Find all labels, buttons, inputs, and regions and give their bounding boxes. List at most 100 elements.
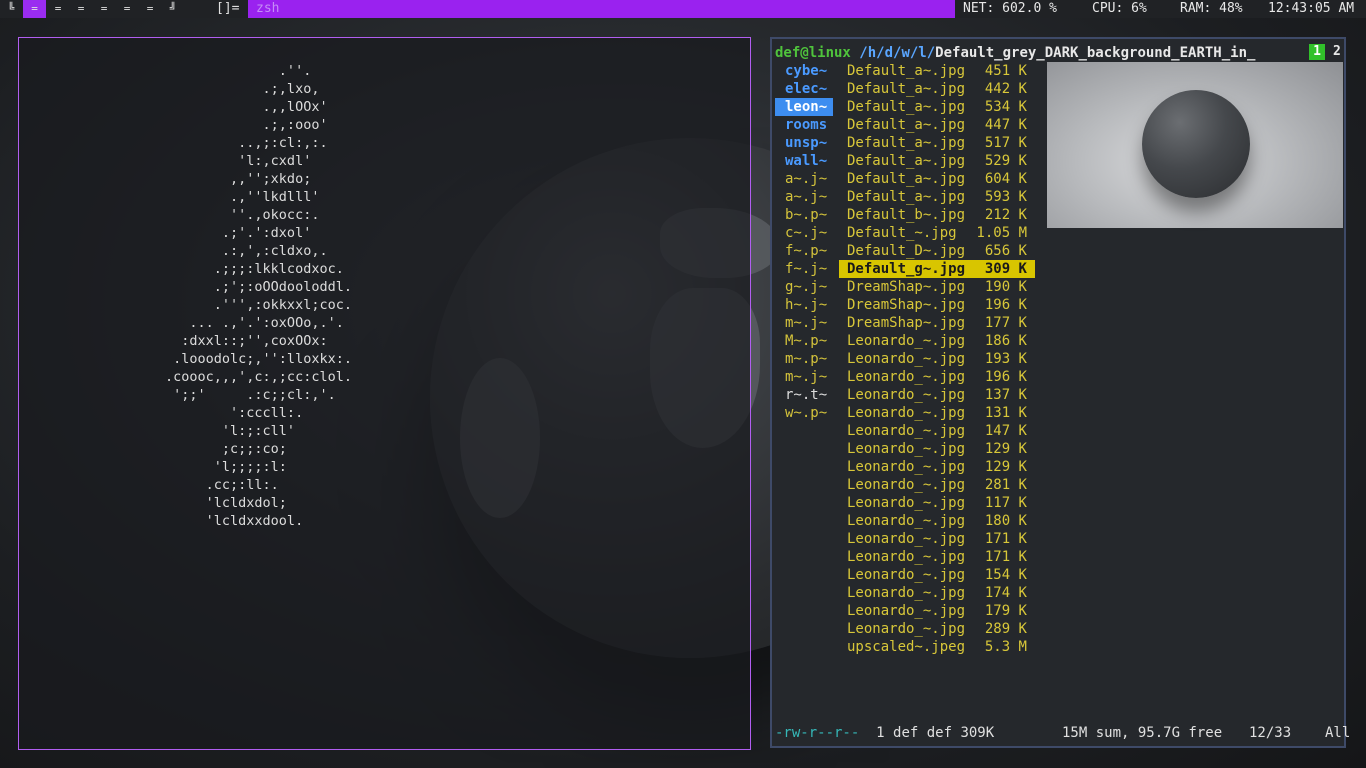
parent-file-item[interactable]: c~.j~	[775, 224, 833, 242]
parent-dir-item[interactable]: leon~	[775, 98, 833, 116]
current-path: /h/d/w/l/	[859, 45, 936, 61]
parent-dir-item[interactable]: elec~	[775, 80, 833, 98]
parent-file-item[interactable]: r~.t~	[775, 386, 833, 404]
parent-dir-item[interactable]: wall~	[775, 152, 833, 170]
file-row[interactable]: Leonardo_~.jpg 186 K	[839, 332, 1035, 350]
file-name: Default_a~.jpg	[847, 117, 966, 133]
file-row[interactable]: Leonardo_~.jpg 281 K	[839, 476, 1035, 494]
file-row[interactable]: Default_a~.jpg 529 K	[839, 152, 1035, 170]
file-row[interactable]: Default_a~.jpg 447 K	[839, 116, 1035, 134]
ascii-line: ';;' .:c;;cl:,'.	[100, 387, 336, 403]
file-size: 289 K	[984, 621, 1027, 637]
file-name: Default_a~.jpg	[847, 135, 966, 151]
file-row[interactable]: DreamShap~.jpg 177 K	[839, 314, 1035, 332]
file-row[interactable]: Default_a~.jpg 604 K	[839, 170, 1035, 188]
window-title: zsh	[248, 0, 955, 18]
file-row[interactable]: Leonardo_~.jpg 180 K	[839, 512, 1035, 530]
file-row[interactable]: Leonardo_~.jpg 147 K	[839, 422, 1035, 440]
parent-dir-item[interactable]: rooms	[775, 116, 833, 134]
parent-dir-item[interactable]: cybe~	[775, 62, 833, 80]
file-row[interactable]: Leonardo_~.jpg 289 K	[839, 620, 1035, 638]
file-permissions: -rw-r--r--	[775, 725, 860, 741]
workspace-8[interactable]: ╝	[162, 0, 184, 18]
parent-file-item[interactable]: g~.j~	[775, 278, 833, 296]
file-size: 174 K	[984, 585, 1027, 601]
file-row[interactable]: Default_b~.jpg 212 K	[839, 206, 1035, 224]
file-name: Leonardo_~.jpg	[847, 477, 966, 493]
tab-2[interactable]: 2	[1333, 44, 1341, 60]
layout-indicator[interactable]: []=	[216, 0, 239, 18]
terminal-window-ascii[interactable]: .''. .;,lxo, .,,lOOx' .;,:ooo' ..,;:cl:,…	[18, 37, 751, 750]
parent-file-item[interactable]: a~.j~	[775, 188, 833, 206]
file-size: 129 K	[984, 459, 1027, 475]
terminal-window-ranger[interactable]: def@linux /h/d/w/l/Default_grey_DARK_bac…	[770, 37, 1350, 748]
ascii-line: 'l:;:cll'	[100, 423, 296, 439]
file-row[interactable]: Default_g~.jpg 309 K	[839, 260, 1035, 278]
file-row[interactable]: Default_a~.jpg 593 K	[839, 188, 1035, 206]
file-name: Leonardo_~.jpg	[847, 459, 966, 475]
file-name: DreamShap~.jpg	[847, 279, 966, 295]
file-row[interactable]: Leonardo_~.jpg 131 K	[839, 404, 1035, 422]
file-row[interactable]: Leonardo_~.jpg 179 K	[839, 602, 1035, 620]
ascii-line: 'lcldxdol;	[100, 495, 287, 511]
ascii-line: .''',:okkxxl;coc.	[100, 297, 352, 313]
parent-file-item[interactable]: m~.j~	[775, 314, 833, 332]
tab-1[interactable]: 1	[1309, 44, 1325, 60]
parent-file-item[interactable]: a~.j~	[775, 170, 833, 188]
ascii-line: .;,:ooo'	[100, 117, 328, 133]
file-row[interactable]: Default_a~.jpg 442 K	[839, 80, 1035, 98]
workspace-3[interactable]: =	[47, 0, 69, 18]
file-row[interactable]: Leonardo_~.jpg 193 K	[839, 350, 1035, 368]
file-row[interactable]: Default_D~.jpg 656 K	[839, 242, 1035, 260]
parent-file-item[interactable]: b~.p~	[775, 206, 833, 224]
file-row[interactable]: Default_a~.jpg 451 K	[839, 62, 1035, 80]
file-row[interactable]: Default_a~.jpg 534 K	[839, 98, 1035, 116]
file-size: 212 K	[984, 207, 1027, 223]
file-row[interactable]: Default_~.jpg 1.05 M	[839, 224, 1035, 242]
ascii-line: .:,',:cldxo,.	[100, 243, 328, 259]
workspace-6[interactable]: =	[116, 0, 138, 18]
file-size: 534 K	[984, 99, 1027, 115]
parent-file-item[interactable]: w~.p~	[775, 404, 833, 422]
file-row[interactable]: Leonardo_~.jpg 171 K	[839, 548, 1035, 566]
file-size: 451 K	[984, 63, 1027, 79]
parent-file-item[interactable]: M~.p~	[775, 332, 833, 350]
parent-dir-item[interactable]: unsp~	[775, 134, 833, 152]
file-size: 604 K	[984, 171, 1027, 187]
parent-file-item[interactable]: h~.j~	[775, 296, 833, 314]
file-size: 180 K	[984, 513, 1027, 529]
file-name: Leonardo_~.jpg	[847, 603, 966, 619]
file-size: 593 K	[984, 189, 1027, 205]
file-row[interactable]: Leonardo_~.jpg 154 K	[839, 566, 1035, 584]
file-row[interactable]: Leonardo_~.jpg 129 K	[839, 458, 1035, 476]
file-row[interactable]: upscaled~.jpeg 5.3 M	[839, 638, 1035, 656]
file-row[interactable]: Leonardo_~.jpg 137 K	[839, 386, 1035, 404]
file-name: Leonardo_~.jpg	[847, 405, 966, 421]
parent-file-item[interactable]: m~.j~	[775, 368, 833, 386]
file-row[interactable]: DreamShap~.jpg 190 K	[839, 278, 1035, 296]
file-size: 529 K	[984, 153, 1027, 169]
workspace-5[interactable]: =	[93, 0, 115, 18]
file-name: Leonardo_~.jpg	[847, 333, 966, 349]
workspace-2[interactable]: =	[23, 0, 46, 18]
parent-file-item[interactable]: m~.p~	[775, 350, 833, 368]
parent-file-item[interactable]: f~.p~	[775, 242, 833, 260]
file-row[interactable]: Leonardo_~.jpg 196 K	[839, 368, 1035, 386]
file-name: Default_a~.jpg	[847, 189, 966, 205]
file-row[interactable]: Default_a~.jpg 517 K	[839, 134, 1035, 152]
file-name: Leonardo_~.jpg	[847, 531, 966, 547]
file-row[interactable]: Leonardo_~.jpg 117 K	[839, 494, 1035, 512]
ascii-line: .;,lxo,	[100, 81, 320, 97]
file-size: 447 K	[984, 117, 1027, 133]
file-row[interactable]: Leonardo_~.jpg 129 K	[839, 440, 1035, 458]
workspace-1[interactable]: ╚	[0, 0, 22, 18]
file-size: 1.05 M	[976, 225, 1027, 241]
file-row[interactable]: Leonardo_~.jpg 174 K	[839, 584, 1035, 602]
file-row[interactable]: DreamShap~.jpg 196 K	[839, 296, 1035, 314]
file-row[interactable]: Leonardo_~.jpg 171 K	[839, 530, 1035, 548]
parent-file-item[interactable]: f~.j~	[775, 260, 833, 278]
file-name: Default_a~.jpg	[847, 63, 966, 79]
workspace-4[interactable]: =	[70, 0, 92, 18]
file-name: DreamShap~.jpg	[847, 315, 966, 331]
workspace-7[interactable]: =	[139, 0, 161, 18]
